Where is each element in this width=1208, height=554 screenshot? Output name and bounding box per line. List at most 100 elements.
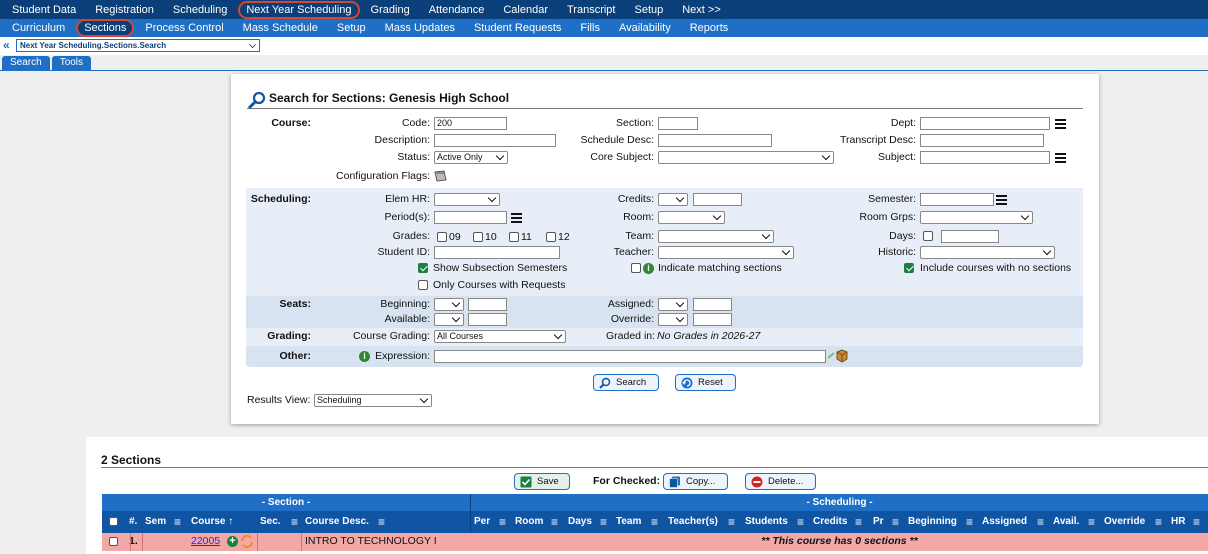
- status-select[interactable]: Active Only: [434, 151, 508, 164]
- col-menu-icon[interactable]: ≡: [1193, 511, 1200, 533]
- subnav-student-requests[interactable]: Student Requests: [466, 19, 569, 37]
- row-course-link[interactable]: 22005: [191, 535, 220, 548]
- select-all-checkbox[interactable]: [109, 517, 118, 526]
- subnav-sections[interactable]: Sections: [76, 19, 135, 37]
- flag-icon[interactable]: [434, 170, 447, 182]
- nav-scheduling[interactable]: Scheduling: [165, 1, 235, 19]
- col-menu-icon[interactable]: ≡: [600, 511, 607, 533]
- show-subsection-checkbox[interactable]: [418, 263, 428, 273]
- row-checkbox[interactable]: [109, 537, 118, 546]
- tab-tools[interactable]: Tools: [51, 56, 92, 70]
- assigned-operator-select[interactable]: [658, 298, 688, 311]
- schedule-desc-input[interactable]: [658, 134, 772, 147]
- col-avail[interactable]: Avail.: [1053, 511, 1079, 533]
- col-teachers[interactable]: Teacher(s): [668, 511, 718, 533]
- expression-builder-icon[interactable]: [827, 349, 851, 363]
- nav-next[interactable]: Next >>: [674, 1, 729, 19]
- assigned-input[interactable]: [693, 298, 732, 311]
- grade-09-checkbox[interactable]: [437, 232, 447, 242]
- description-input[interactable]: [434, 134, 556, 147]
- col-menu-icon[interactable]: ≡: [551, 511, 558, 533]
- subnav-setup[interactable]: Setup: [329, 19, 374, 37]
- nav-setup[interactable]: Setup: [626, 1, 671, 19]
- col-menu-icon[interactable]: ≡: [174, 511, 181, 533]
- col-credits[interactable]: Credits: [813, 511, 847, 533]
- credits-input[interactable]: [693, 193, 742, 206]
- sync-icon[interactable]: [240, 535, 254, 548]
- col-num[interactable]: #.: [129, 511, 137, 533]
- indicate-matching-checkbox[interactable]: [631, 263, 641, 273]
- col-sem[interactable]: Sem: [145, 511, 166, 533]
- dept-input[interactable]: [920, 117, 1050, 130]
- dept-menu-icon[interactable]: [1055, 119, 1066, 129]
- col-menu-icon[interactable]: ≡: [291, 511, 298, 533]
- code-input[interactable]: 200: [434, 117, 507, 130]
- nav-calendar[interactable]: Calendar: [495, 1, 556, 19]
- beginning-input[interactable]: [468, 298, 507, 311]
- col-menu-icon[interactable]: ≡: [1037, 511, 1044, 533]
- nav-registration[interactable]: Registration: [87, 1, 162, 19]
- reset-button[interactable]: Reset: [675, 374, 736, 391]
- subnav-fills[interactable]: Fills: [572, 19, 608, 37]
- collapse-arrows-icon[interactable]: «: [3, 38, 10, 52]
- semester-menu-icon[interactable]: [996, 195, 1007, 205]
- search-button[interactable]: Search: [593, 374, 659, 391]
- nav-next-year-scheduling[interactable]: Next Year Scheduling: [238, 0, 360, 19]
- col-pr[interactable]: Pr: [873, 511, 884, 533]
- team-select[interactable]: [658, 230, 774, 243]
- col-menu-icon[interactable]: ≡: [1088, 511, 1095, 533]
- col-days[interactable]: Days: [568, 511, 592, 533]
- add-section-icon[interactable]: +: [227, 536, 238, 547]
- col-course-desc[interactable]: Course Desc.: [305, 511, 369, 533]
- nav-student-data[interactable]: Student Data: [4, 1, 84, 19]
- col-hr[interactable]: HR: [1171, 511, 1185, 533]
- col-menu-icon[interactable]: ≡: [855, 511, 862, 533]
- beginning-operator-select[interactable]: [434, 298, 464, 311]
- col-per[interactable]: Per: [474, 511, 490, 533]
- col-menu-icon[interactable]: ≡: [499, 511, 506, 533]
- subnav-process-control[interactable]: Process Control: [137, 19, 231, 37]
- credits-operator-select[interactable]: [658, 193, 688, 206]
- historic-select[interactable]: [920, 246, 1055, 259]
- col-students[interactable]: Students: [745, 511, 788, 533]
- semester-input[interactable]: [920, 193, 994, 206]
- room-select[interactable]: [658, 211, 725, 224]
- available-input[interactable]: [468, 313, 507, 326]
- subnav-reports[interactable]: Reports: [682, 19, 737, 37]
- col-assigned[interactable]: Assigned: [982, 511, 1027, 533]
- student-id-input[interactable]: [434, 246, 560, 259]
- col-room[interactable]: Room: [515, 511, 543, 533]
- results-view-select[interactable]: Scheduling: [314, 394, 432, 407]
- days-checkbox[interactable]: [923, 231, 933, 241]
- col-beginning[interactable]: Beginning: [908, 511, 957, 533]
- col-menu-icon[interactable]: ≡: [966, 511, 973, 533]
- grade-11-checkbox[interactable]: [509, 232, 519, 242]
- nav-transcript[interactable]: Transcript: [559, 1, 624, 19]
- section-input[interactable]: [658, 117, 698, 130]
- override-input[interactable]: [693, 313, 732, 326]
- nav-attendance[interactable]: Attendance: [421, 1, 493, 19]
- col-menu-icon[interactable]: ≡: [892, 511, 899, 533]
- col-menu-icon[interactable]: ≡: [651, 511, 658, 533]
- delete-button[interactable]: Delete...: [745, 473, 816, 490]
- transcript-desc-input[interactable]: [920, 134, 1044, 147]
- subnav-mass-schedule[interactable]: Mass Schedule: [235, 19, 326, 37]
- include-no-sections-checkbox[interactable]: [904, 263, 914, 273]
- teacher-select[interactable]: [658, 246, 794, 259]
- subnav-availability[interactable]: Availability: [611, 19, 679, 37]
- nav-grading[interactable]: Grading: [363, 1, 418, 19]
- available-operator-select[interactable]: [434, 313, 464, 326]
- col-menu-icon[interactable]: ≡: [1155, 511, 1162, 533]
- col-team[interactable]: Team: [616, 511, 641, 533]
- subject-input[interactable]: [920, 151, 1050, 164]
- copy-button[interactable]: Copy...: [663, 473, 728, 490]
- only-requests-checkbox[interactable]: [418, 280, 428, 290]
- col-override[interactable]: Override: [1104, 511, 1145, 533]
- periods-input[interactable]: [434, 211, 507, 224]
- days-input[interactable]: [941, 230, 999, 243]
- breadcrumb-select[interactable]: Next Year Scheduling.Sections.Search: [16, 39, 260, 52]
- grade-10-checkbox[interactable]: [473, 232, 483, 242]
- subnav-mass-updates[interactable]: Mass Updates: [377, 19, 463, 37]
- col-sec[interactable]: Sec.: [260, 511, 281, 533]
- col-menu-icon[interactable]: ≡: [728, 511, 735, 533]
